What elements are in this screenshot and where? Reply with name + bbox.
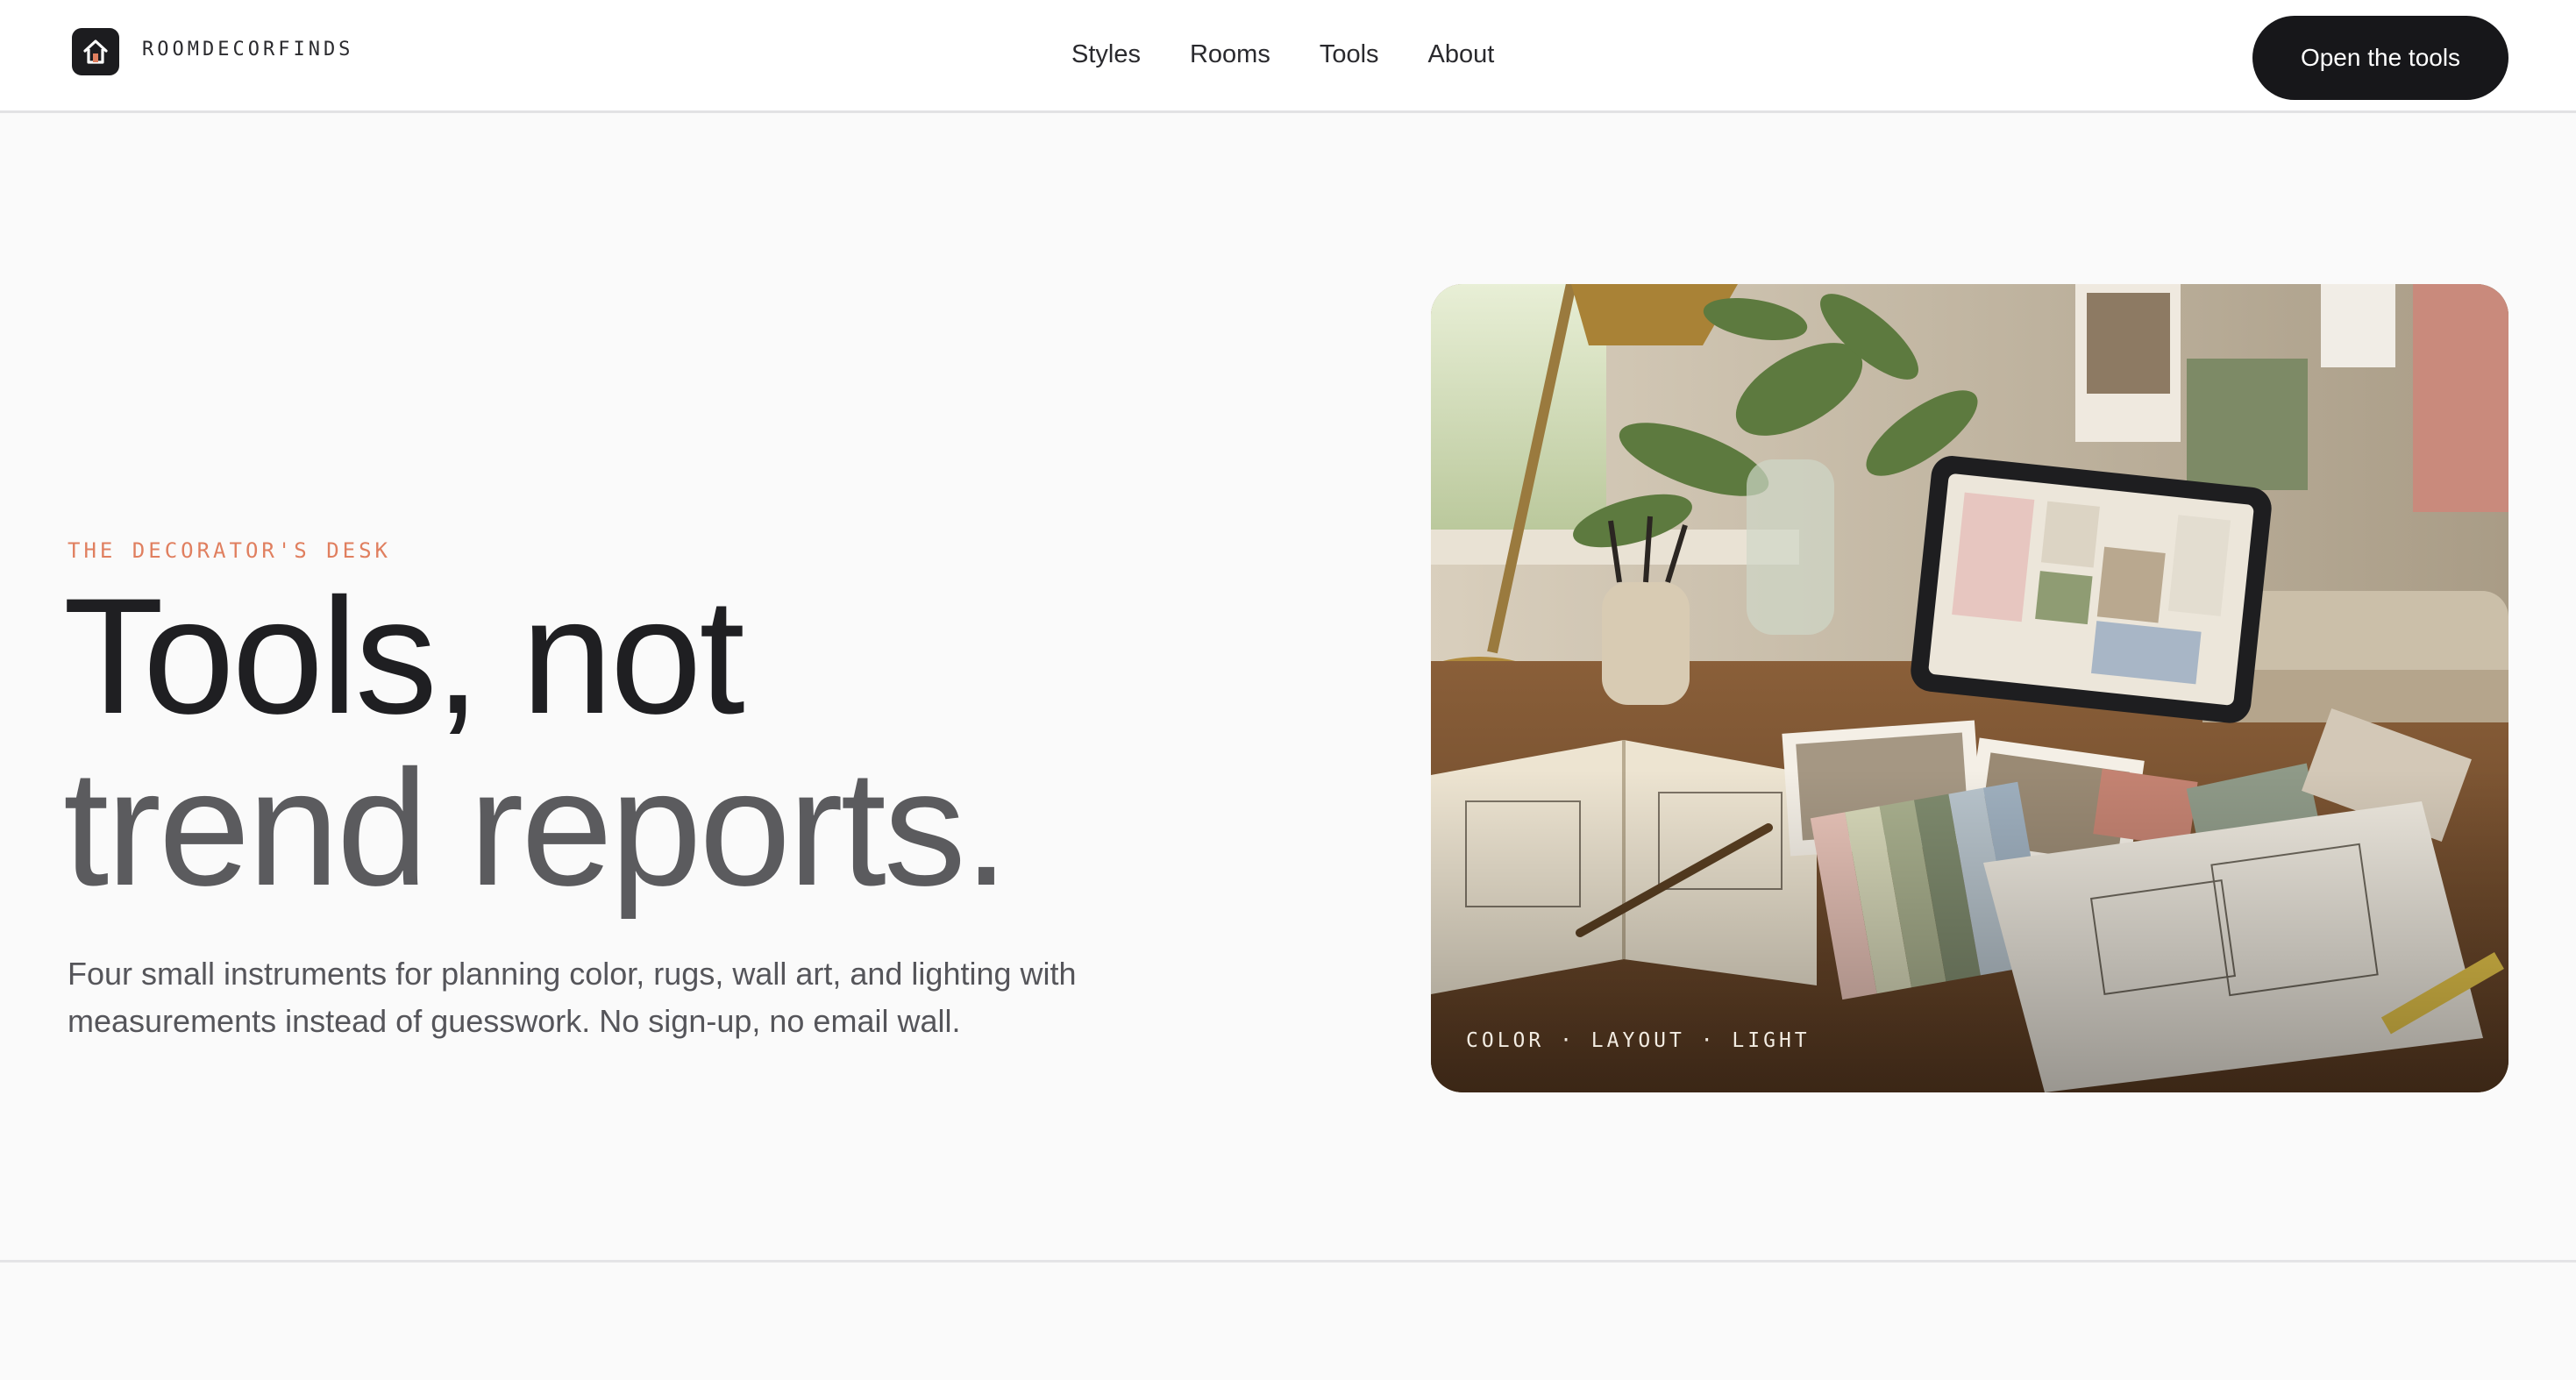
main-nav: Styles Rooms Tools About — [1071, 40, 1494, 69]
image-caption: COLOR · LAYOUT · LIGHT — [1466, 1029, 1811, 1052]
decorator-desk-illustration — [1431, 284, 2508, 1092]
site-header: ROOMDECORFINDS Styles Rooms Tools About … — [0, 0, 2576, 113]
brand-name[interactable]: ROOMDECORFINDS — [142, 39, 353, 60]
nav-about[interactable]: About — [1428, 40, 1495, 69]
open-tools-button[interactable]: Open the tools — [2252, 16, 2508, 100]
home-logo-icon[interactable] — [72, 28, 119, 75]
hero-eyebrow: THE DECORATOR'S DESK — [68, 538, 391, 563]
section-divider — [0, 1260, 2576, 1263]
headline-line-2: trend reports. — [63, 736, 1009, 920]
headline-line-1: Tools, not — [63, 564, 745, 748]
hero-subtitle: Four small instruments for planning colo… — [68, 956, 1077, 1039]
hero-headline: Tools, not trend reports. — [63, 564, 1009, 920]
hero-image — [1431, 284, 2508, 1092]
nav-rooms[interactable]: Rooms — [1190, 40, 1270, 69]
nav-styles[interactable]: Styles — [1071, 40, 1141, 69]
house-icon — [83, 39, 108, 64]
nav-tools[interactable]: Tools — [1320, 40, 1379, 69]
